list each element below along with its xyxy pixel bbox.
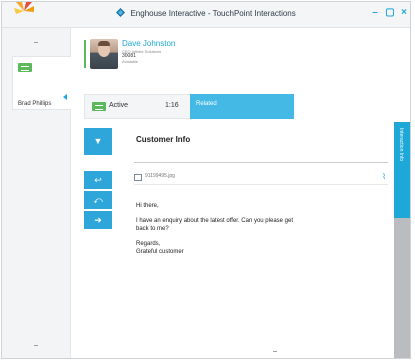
tab-related-label: Related <box>196 101 217 107</box>
message-line-2: back to me? <box>136 226 169 232</box>
forward-icon: ➜ <box>94 215 102 225</box>
window-title: Enghouse Interactive - TouchPoint Intera… <box>130 9 296 18</box>
section-title: Customer Info <box>136 135 191 144</box>
app-window: Enghouse Interactive - TouchPoint Intera… <box>1 1 411 359</box>
message-signature: Grateful customer <box>136 249 184 255</box>
interaction-timer: 1:16 <box>165 102 179 109</box>
attachment-name[interactable]: 91199495.jpg <box>145 173 175 179</box>
interaction-info-label: Interaction Info <box>398 128 404 162</box>
message-greeting: Hi there, <box>136 203 159 209</box>
contact-header: Dave Johnston CEO Infinite Solutions 300… <box>72 36 410 69</box>
presence-indicator <box>84 40 86 68</box>
reply-all-icon: ⤺ <box>93 195 103 205</box>
contact-name: Dave Johnston <box>122 39 176 48</box>
expand-dropdown-button[interactable]: ▼ <box>84 128 112 155</box>
tab-interaction-info[interactable]: Interaction Info <box>394 122 410 218</box>
divider <box>134 162 388 163</box>
interaction-main: Dave Johnston CEO Infinite Solutions 300… <box>72 28 410 358</box>
title-bar: Enghouse Interactive - TouchPoint Intera… <box>2 2 410 28</box>
tab-active-label: Active <box>109 102 129 109</box>
forward-button[interactable]: ➜ <box>84 211 112 229</box>
paperclip-icon[interactable]: ⌇ <box>382 172 386 181</box>
divider <box>134 184 388 185</box>
selected-caret-icon <box>63 94 67 100</box>
avatar <box>90 39 118 69</box>
chat-icon <box>18 63 32 72</box>
contact-status: Available <box>122 59 139 64</box>
message-line-1: I have an enquiry about the latest offer… <box>136 218 293 224</box>
interaction-contact-name: Brad Phillips <box>18 101 52 107</box>
side-panel-strip: Interaction Info <box>394 122 410 358</box>
enghouse-icon <box>116 8 126 17</box>
reply-all-button[interactable]: ⤺ <box>84 191 112 209</box>
close-button[interactable]: × <box>398 7 410 19</box>
scroll-handle[interactable] <box>273 351 277 352</box>
chevron-down-icon: ▼ <box>93 136 103 146</box>
interaction-panel: ▼ Customer Info ↩ ⤺ ➜ 91199495.jpg ⌇ Hi … <box>72 122 410 358</box>
minimize-button[interactable]: – <box>369 7 381 19</box>
message-closing: Regards, <box>136 241 161 247</box>
interaction-tabs: Active 1:16 Related <box>84 94 410 119</box>
scroll-up-handle[interactable] <box>34 42 38 43</box>
chat-icon <box>92 102 106 111</box>
interaction-list: Brad Phillips <box>2 28 71 358</box>
reply-button[interactable]: ↩ <box>84 171 112 189</box>
image-file-icon <box>134 174 142 181</box>
tab-active[interactable]: Active 1:16 <box>84 94 192 119</box>
maximize-button[interactable]: ▢ <box>384 7 396 19</box>
reply-icon: ↩ <box>94 175 102 185</box>
interaction-card[interactable]: Brad Phillips <box>12 56 71 110</box>
tab-related[interactable]: Related <box>190 94 294 119</box>
scroll-down-handle[interactable] <box>34 345 38 346</box>
